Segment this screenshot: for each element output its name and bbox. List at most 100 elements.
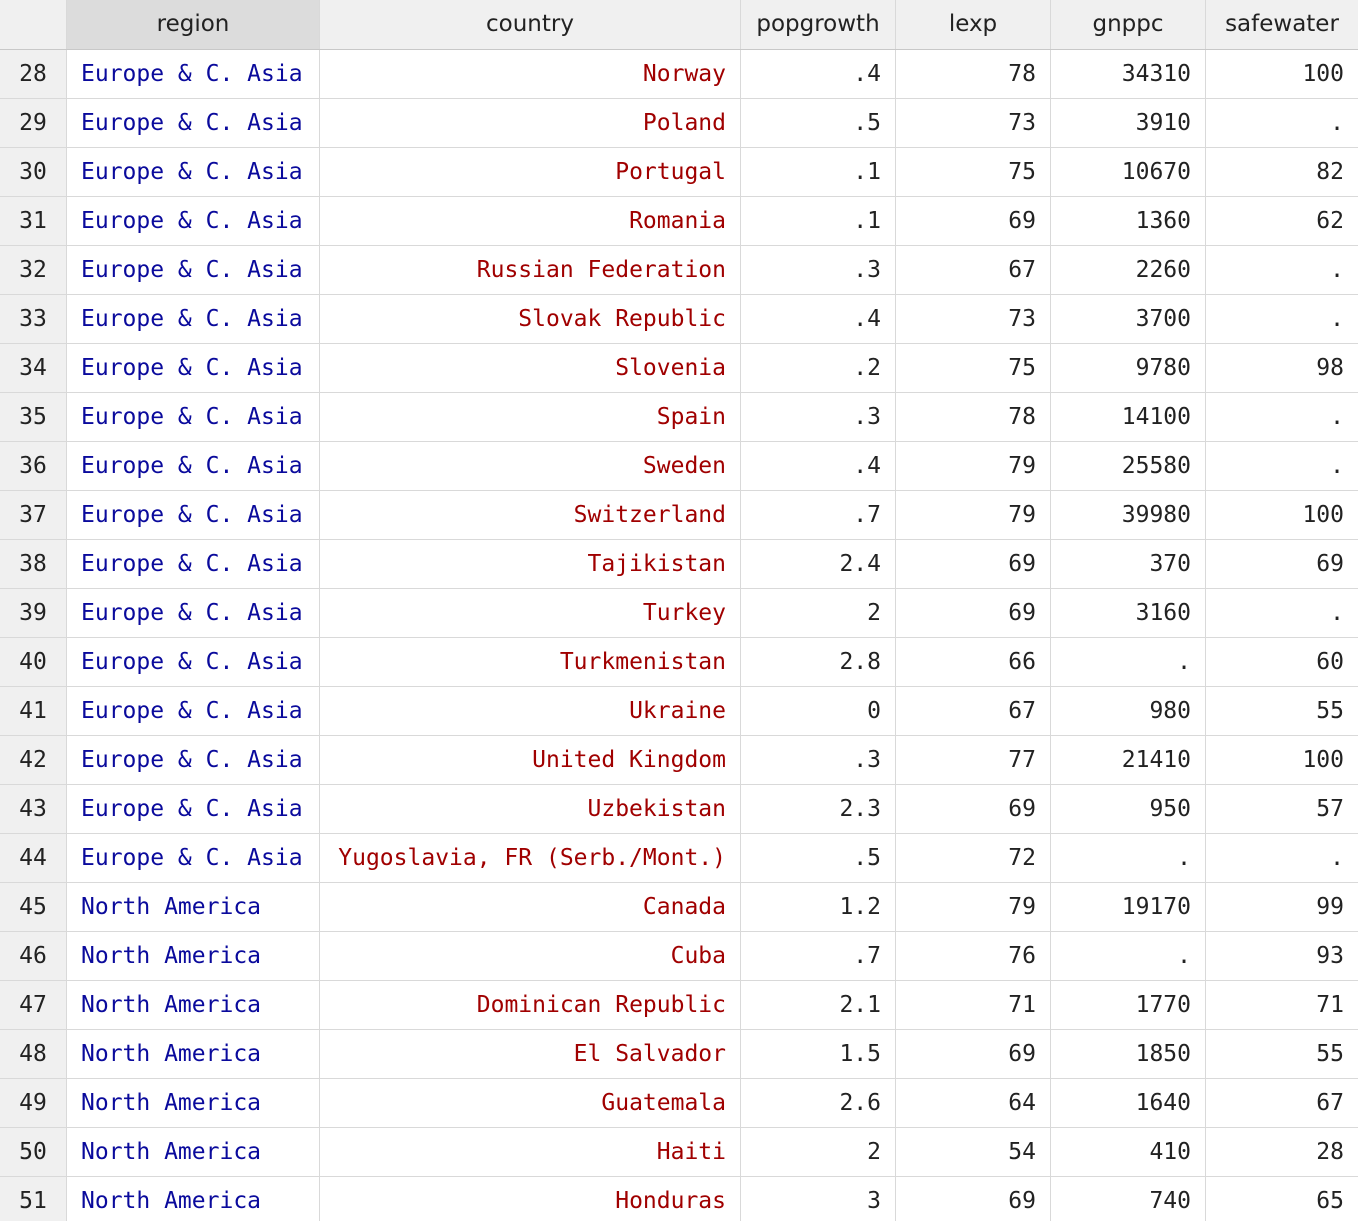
cell-country[interactable]: Haiti [320,1128,741,1176]
cell-safewater[interactable]: 69 [1206,540,1358,588]
cell-safewater[interactable]: . [1206,295,1358,343]
cell-safewater[interactable]: . [1206,246,1358,294]
cell-popgrowth[interactable]: 0 [741,687,896,735]
cell-popgrowth[interactable]: .3 [741,393,896,441]
cell-safewater[interactable]: 100 [1206,50,1358,98]
cell-safewater[interactable]: . [1206,99,1358,147]
cell-region[interactable]: Europe & C. Asia [67,736,320,784]
cell-safewater[interactable]: 100 [1206,736,1358,784]
row-index[interactable]: 51 [0,1177,67,1221]
row-index[interactable]: 37 [0,491,67,539]
cell-popgrowth[interactable]: .1 [741,197,896,245]
row-index[interactable]: 31 [0,197,67,245]
row-index[interactable]: 32 [0,246,67,294]
cell-safewater[interactable]: 57 [1206,785,1358,833]
cell-lexp[interactable]: 76 [896,932,1051,980]
cell-popgrowth[interactable]: .4 [741,50,896,98]
cell-safewater[interactable]: 71 [1206,981,1358,1029]
cell-lexp[interactable]: 67 [896,246,1051,294]
cell-region[interactable]: Europe & C. Asia [67,540,320,588]
cell-lexp[interactable]: 66 [896,638,1051,686]
row-index[interactable]: 46 [0,932,67,980]
cell-popgrowth[interactable]: 2.6 [741,1079,896,1127]
cell-region[interactable]: Europe & C. Asia [67,393,320,441]
cell-country[interactable]: Norway [320,50,741,98]
cell-lexp[interactable]: 79 [896,883,1051,931]
cell-gnppc[interactable]: 950 [1051,785,1206,833]
cell-safewater[interactable]: 67 [1206,1079,1358,1127]
cell-safewater[interactable]: 65 [1206,1177,1358,1221]
row-index[interactable]: 30 [0,148,67,196]
cell-lexp[interactable]: 73 [896,295,1051,343]
cell-gnppc[interactable]: 370 [1051,540,1206,588]
cell-lexp[interactable]: 54 [896,1128,1051,1176]
cell-popgrowth[interactable]: 2.8 [741,638,896,686]
row-index[interactable]: 42 [0,736,67,784]
row-index[interactable]: 41 [0,687,67,735]
cell-region[interactable]: Europe & C. Asia [67,442,320,490]
cell-region[interactable]: North America [67,1079,320,1127]
row-index[interactable]: 33 [0,295,67,343]
cell-gnppc[interactable]: 1640 [1051,1079,1206,1127]
cell-region[interactable]: Europe & C. Asia [67,344,320,392]
cell-country[interactable]: Ukraine [320,687,741,735]
cell-popgrowth[interactable]: 3 [741,1177,896,1221]
cell-country[interactable]: Sweden [320,442,741,490]
cell-region[interactable]: Europe & C. Asia [67,834,320,882]
cell-country[interactable]: Switzerland [320,491,741,539]
cell-lexp[interactable]: 71 [896,981,1051,1029]
cell-gnppc[interactable]: 410 [1051,1128,1206,1176]
cell-gnppc[interactable]: 21410 [1051,736,1206,784]
cell-popgrowth[interactable]: .2 [741,344,896,392]
cell-safewater[interactable]: . [1206,393,1358,441]
cell-popgrowth[interactable]: .4 [741,295,896,343]
cell-region[interactable]: Europe & C. Asia [67,99,320,147]
cell-gnppc[interactable]: 10670 [1051,148,1206,196]
cell-country[interactable]: Honduras [320,1177,741,1221]
cell-region[interactable]: North America [67,981,320,1029]
cell-popgrowth[interactable]: .7 [741,491,896,539]
row-index[interactable]: 39 [0,589,67,637]
cell-safewater[interactable]: . [1206,834,1358,882]
cell-popgrowth[interactable]: 2 [741,1128,896,1176]
cell-region[interactable]: Europe & C. Asia [67,687,320,735]
cell-gnppc[interactable]: 3910 [1051,99,1206,147]
cell-lexp[interactable]: 67 [896,687,1051,735]
cell-popgrowth[interactable]: 2.4 [741,540,896,588]
row-index[interactable]: 44 [0,834,67,882]
cell-country[interactable]: Uzbekistan [320,785,741,833]
column-header-region[interactable]: region [67,0,320,49]
cell-gnppc[interactable]: 34310 [1051,50,1206,98]
cell-gnppc[interactable]: 980 [1051,687,1206,735]
row-index[interactable]: 43 [0,785,67,833]
cell-safewater[interactable]: 99 [1206,883,1358,931]
cell-lexp[interactable]: 75 [896,344,1051,392]
cell-region[interactable]: Europe & C. Asia [67,246,320,294]
cell-lexp[interactable]: 69 [896,589,1051,637]
cell-popgrowth[interactable]: .1 [741,148,896,196]
cell-country[interactable]: Poland [320,99,741,147]
cell-lexp[interactable]: 69 [896,540,1051,588]
cell-region[interactable]: North America [67,1030,320,1078]
cell-lexp[interactable]: 75 [896,148,1051,196]
cell-lexp[interactable]: 78 [896,393,1051,441]
cell-safewater[interactable]: . [1206,589,1358,637]
cell-popgrowth[interactable]: .3 [741,246,896,294]
cell-region[interactable]: Europe & C. Asia [67,785,320,833]
cell-popgrowth[interactable]: .7 [741,932,896,980]
cell-country[interactable]: Tajikistan [320,540,741,588]
row-index[interactable]: 48 [0,1030,67,1078]
row-index[interactable]: 40 [0,638,67,686]
cell-country[interactable]: Portugal [320,148,741,196]
row-index[interactable]: 45 [0,883,67,931]
cell-gnppc[interactable]: 25580 [1051,442,1206,490]
cell-gnppc[interactable]: 14100 [1051,393,1206,441]
cell-safewater[interactable]: 82 [1206,148,1358,196]
cell-region[interactable]: Europe & C. Asia [67,50,320,98]
cell-gnppc[interactable]: 19170 [1051,883,1206,931]
cell-safewater[interactable]: . [1206,442,1358,490]
cell-region[interactable]: Europe & C. Asia [67,491,320,539]
cell-safewater[interactable]: 60 [1206,638,1358,686]
row-index[interactable]: 38 [0,540,67,588]
cell-gnppc[interactable]: 2260 [1051,246,1206,294]
